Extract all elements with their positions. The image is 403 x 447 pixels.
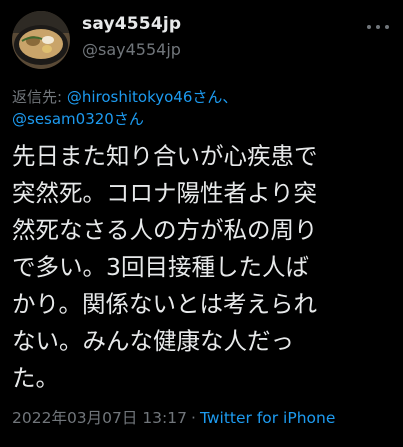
tweet-text: 先日また知り合いが心疾患で 突然死。コロナ陽性者より突 然死なさる人の方が私の周…	[12, 138, 398, 397]
tweet-text-line: かり。関係ないとは考えられ	[12, 290, 318, 318]
reply-context: 返信先: @hiroshitokyo46さん、	[12, 86, 237, 107]
tweet-text-line: 先日また知り合いが心疾患で	[12, 142, 318, 170]
reply-mention-link[interactable]: @sesam0320さん	[12, 110, 144, 128]
author-display-name[interactable]: say4554jp	[82, 14, 181, 34]
more-options-icon[interactable]	[367, 22, 389, 32]
reply-context-continued: @sesam0320さん	[12, 108, 144, 129]
tweet-timestamp[interactable]: 2022年03月07日 13:17	[12, 409, 187, 427]
author-handle[interactable]: @say4554jp	[82, 40, 181, 59]
tweet-text-line: た。	[12, 364, 59, 392]
tweet-text-line: 突然死。コロナ陽性者より突	[12, 179, 318, 207]
tweet-meta: 2022年03月07日 13:17 · Twitter for iPhone	[12, 406, 335, 428]
tweet-card: say4554jp @say4554jp 返信先: @hiroshitokyo4…	[0, 0, 403, 447]
tweet-text-line: 然死なさる人の方が私の周り	[12, 216, 318, 244]
reply-prefix: 返信先:	[12, 88, 67, 106]
avatar[interactable]	[12, 11, 70, 69]
avatar-image	[12, 11, 70, 69]
reply-mention-link[interactable]: @hiroshitokyo46さん、	[67, 88, 238, 106]
tweet-text-line: ない。みんな健康な人だっ	[12, 327, 294, 355]
tweet-text-line: で多い。3回目接種した人ば	[12, 253, 309, 281]
meta-separator: ·	[191, 409, 196, 427]
tweet-source-link[interactable]: Twitter for iPhone	[200, 409, 335, 427]
